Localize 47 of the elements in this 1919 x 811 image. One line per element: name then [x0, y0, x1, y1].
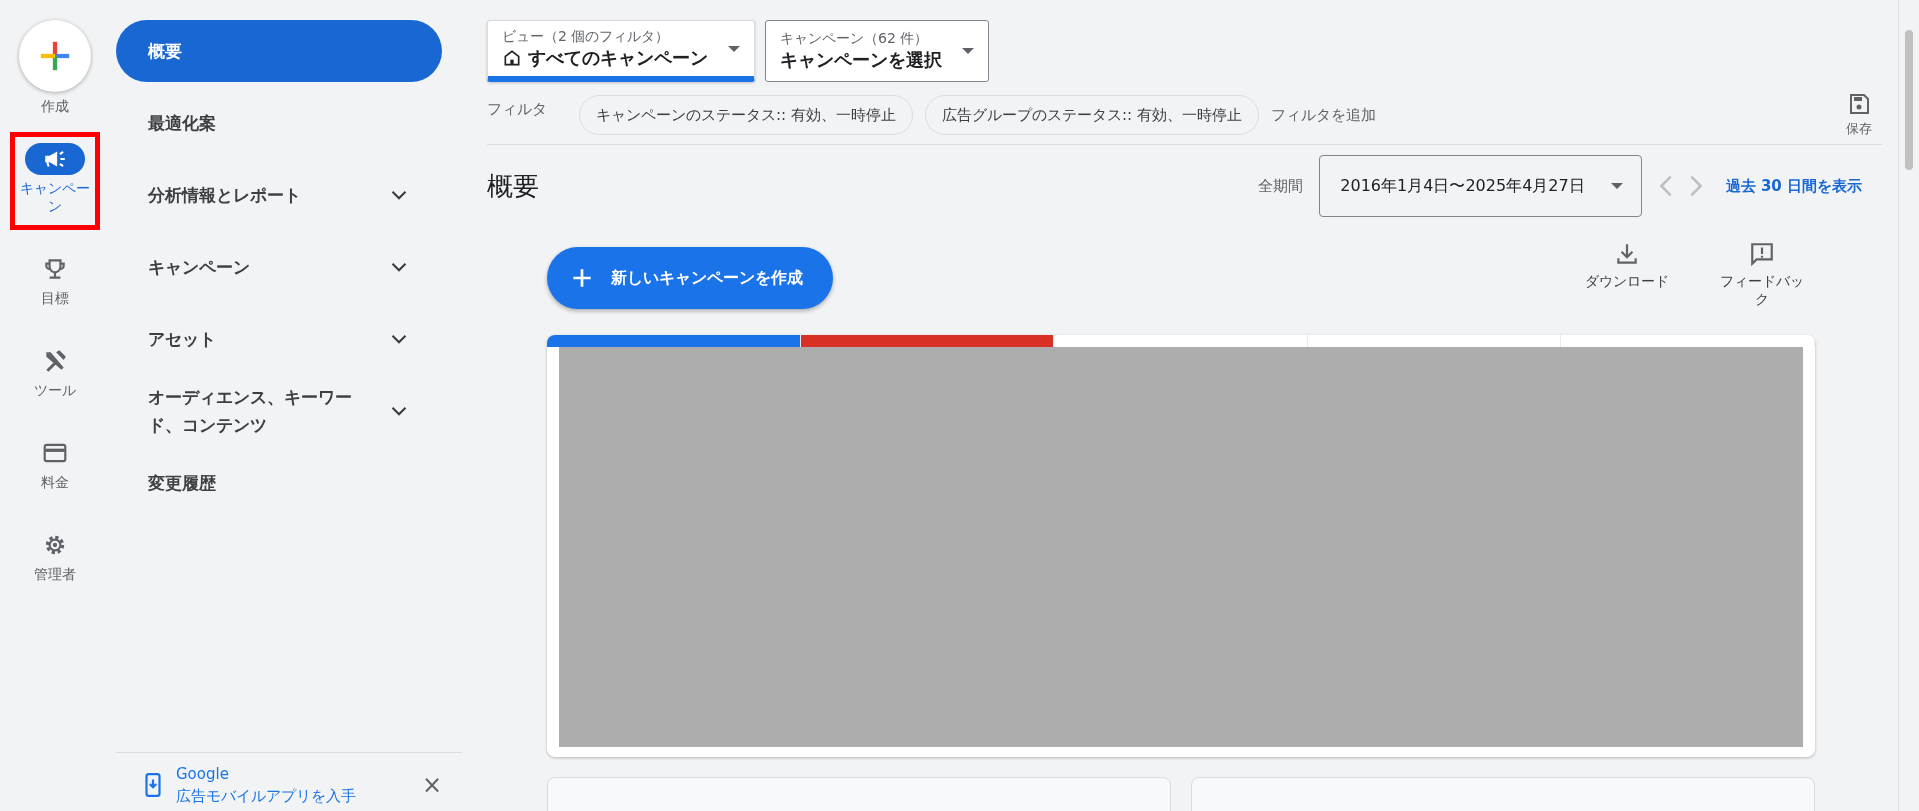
view-selector-dropdown[interactable]: キャンペーン（62 件） キャンペーンを選択 [765, 20, 989, 82]
sidebar-item[interactable]: オーディエンス、キーワード、コンテンツ [116, 380, 442, 442]
scrollbar-thumb[interactable] [1905, 30, 1913, 170]
last-30-days-link[interactable]: 過去 30 日間を表示 [1725, 176, 1862, 196]
create-button[interactable] [19, 20, 91, 92]
new-campaign-button[interactable]: 新しいキャンペーンを作成 [547, 247, 833, 309]
chevron-left-icon [1659, 175, 1672, 197]
sidebar-item[interactable]: 最適化案 [116, 92, 442, 154]
sidebar-item[interactable]: 分析情報とレポート [116, 164, 442, 226]
feedback-button[interactable]: フィードバック [1717, 241, 1807, 309]
rail-nav-item[interactable]: 管理者 [10, 518, 100, 598]
get-mobile-app-link[interactable]: Google 広告モバイルアプリを入手 [176, 763, 412, 807]
view-selector-dropdown[interactable]: ビュー（2 個のフィルタ） すべてのキャンペーン [487, 20, 755, 82]
plus-icon [38, 39, 72, 73]
sidebar-item[interactable]: 概要 [116, 20, 442, 82]
metric-tile[interactable] [1561, 335, 1815, 347]
sidebar-item[interactable]: 変更履歴 [116, 452, 442, 514]
add-filter-link[interactable]: フィルタを追加 [1270, 105, 1376, 125]
caret-icon [1610, 183, 1623, 189]
filter-chip[interactable]: 広告グループのステータス:: 有効、一時停止 [924, 95, 1259, 135]
rail-nav-item[interactable]: ツール [10, 334, 100, 414]
sidebar-item[interactable]: キャンペーン [116, 236, 442, 298]
sidebar-item[interactable]: アセット [116, 308, 442, 370]
rail-nav-item[interactable]: 目標 [10, 242, 100, 322]
rail-nav-item[interactable]: 料金 [10, 426, 100, 506]
caret-icon [962, 48, 974, 54]
metric-tile[interactable] [547, 335, 801, 347]
metric-tile[interactable] [1054, 335, 1308, 347]
close-button[interactable]: × [421, 771, 442, 799]
save-button[interactable]: 保存 [1846, 92, 1872, 138]
caret-icon [728, 45, 740, 52]
filter-label: フィルタ [487, 100, 547, 119]
rail-nav-item[interactable]: キャンペーン [10, 132, 100, 230]
download-button[interactable]: ダウンロード [1577, 241, 1677, 291]
date-range-dropdown[interactable]: 2016年1月4日〜2025年4月27日 [1319, 155, 1642, 217]
create-label: 作成 [41, 98, 69, 116]
filter-chip[interactable]: キャンペーンのステータス:: 有効、一時停止 [579, 95, 913, 135]
chevron-right-icon [1689, 175, 1702, 197]
download-icon [1614, 241, 1640, 267]
metric-tile[interactable] [1307, 335, 1562, 347]
feedback-icon [1749, 241, 1775, 267]
trophy-icon [42, 256, 68, 282]
page-title: 概要 [487, 169, 540, 203]
next-button[interactable] [1689, 175, 1702, 197]
period-label: 全期間 [1258, 176, 1304, 196]
metric-tile[interactable] [800, 335, 1055, 347]
previous-button[interactable] [1659, 175, 1672, 197]
